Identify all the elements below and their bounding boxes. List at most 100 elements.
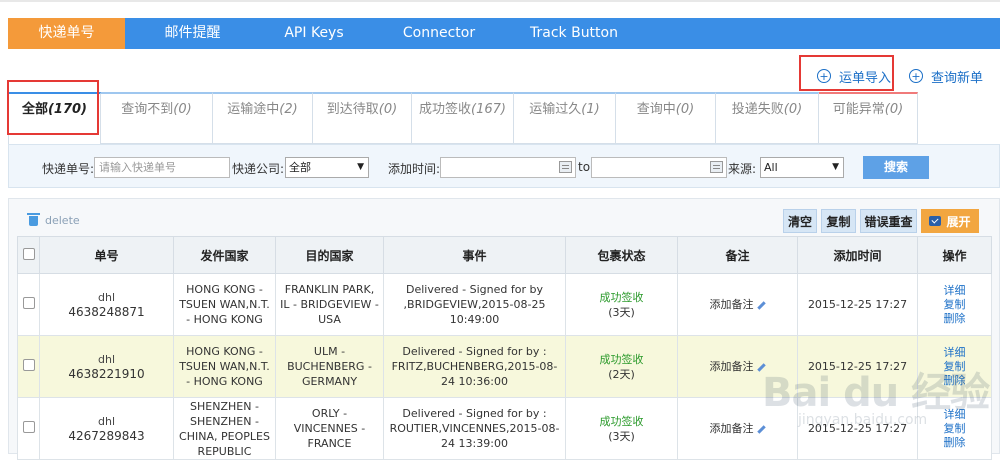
copy-button[interactable]: 复制 [821,209,856,233]
tab-count: (167) [471,102,506,117]
col-header-note: 备注 [677,236,798,274]
status-text: 成功签收 [599,414,644,428]
tracking-number-label: 快递单号: [42,162,95,176]
delete-label: delete [45,214,80,227]
tab-count: (0) [675,102,695,117]
tab-count: (0) [173,102,192,117]
delete-link[interactable]: 删除 [921,312,988,326]
tab-pickup[interactable]: 到达待取(0) [313,92,412,144]
table-header-row: 单号 发件国家 目的国家 事件 包裹状态 备注 添加时间 操作 [17,236,992,274]
requery-errors-button[interactable]: 错误重查 [860,209,917,233]
new-query-label: 查询新单 [931,70,984,86]
tracking-number: 4638221910 [68,366,145,381]
pencil-icon[interactable] [756,300,766,310]
tab-in-transit[interactable]: 运输途中(2) [213,92,313,144]
nav-tracking-numbers[interactable]: 快递单号 [8,18,125,49]
col-header-destination: 目的国家 [275,236,384,274]
tracking-number: 4267289843 [68,428,145,443]
tab-not-found[interactable]: 查询不到(0) [101,92,213,144]
nav-track-button[interactable]: Track Button [510,18,638,49]
tab-exception[interactable]: 可能异常(0) [819,92,918,144]
col-header-number: 单号 [39,236,174,274]
tab-label: 查询中 [636,102,676,117]
plus-circle-icon: + [909,69,923,83]
copy-link[interactable]: 复制 [921,422,988,436]
nav-email-alerts[interactable]: 邮件提醒 [125,18,260,49]
select-all-checkbox[interactable] [22,247,35,260]
tab-expired[interactable]: 运输过久(1) [514,92,616,144]
calendar-icon[interactable] [710,161,723,173]
to-label: to [578,160,591,174]
calendar-icon[interactable] [559,161,572,173]
tab-delivered[interactable]: 成功签收(167) [412,92,514,144]
highlight-box-import [799,55,894,91]
detail-link[interactable]: 详细 [921,346,988,360]
tab-querying[interactable]: 查询中(0) [616,92,716,144]
start-date-input[interactable] [440,157,576,178]
add-note-link[interactable]: 添加备注 [710,298,754,311]
dropdown-arrow-icon: ▼ [832,162,839,172]
origin-cell: HONG KONG - TSUEN WAN,N.T. - HONG KONG [173,273,276,336]
carrier-name: dhl [97,352,115,366]
copy-link[interactable]: 复制 [921,360,988,374]
copy-link[interactable]: 复制 [921,298,988,312]
tab-label: 到达待取 [326,102,379,117]
expand-button[interactable]: 展开 [921,209,979,233]
added-time-cell: 2015-12-25 17:27 [797,397,918,460]
main-nav: 快递单号 邮件提醒 API Keys Connector Track Butto… [8,18,1000,49]
table-row: dhl 4638248871 HONG KONG - TSUEN WAN,N.T.… [17,273,992,336]
source-label: 来源: [728,162,757,176]
row-checkbox[interactable] [22,296,35,309]
source-select[interactable]: All ▼ [760,157,844,178]
tab-label: 成功签收 [419,102,472,117]
detail-link[interactable]: 详细 [921,284,988,298]
filter-bar: 快递单号: 请输入快递单号 快递公司: 全部 ▼ 添加时间: to 来源: Al… [8,144,1000,188]
end-date-input[interactable] [591,157,727,178]
delete-link[interactable]: 删除 [921,436,988,450]
add-note-link[interactable]: 添加备注 [710,360,754,373]
clear-button[interactable]: 清空 [783,209,817,233]
delete-button[interactable]: delete [27,212,80,227]
tracking-table: 单号 发件国家 目的国家 事件 包裹状态 备注 添加时间 操作 dhl 46382… [17,236,992,460]
trash-icon [27,212,40,226]
row-checkbox[interactable] [22,420,35,433]
tab-label: 运输途中 [227,102,280,117]
status-text: 成功签收 [599,352,644,366]
delete-link[interactable]: 删除 [921,374,988,388]
col-header-status: 包裹状态 [565,236,678,274]
new-query-button[interactable]: + 查询新单 [909,66,983,86]
carrier-select[interactable]: 全部 ▼ [285,157,369,178]
top-divider [0,0,1000,2]
event-cell: Delivered - Signed for by : ROUTIER,VINC… [383,397,566,460]
col-header-actions: 操作 [917,236,992,274]
carrier-name: dhl [97,290,115,304]
status-days: (3天) [608,305,635,319]
tab-count: (1) [581,102,600,117]
nav-api-keys[interactable]: API Keys [260,18,368,49]
search-button[interactable]: 搜索 [863,156,929,179]
tab-count: (2) [279,102,298,117]
pencil-icon[interactable] [756,362,766,372]
carrier-select-value: 全部 [289,161,311,174]
pencil-icon[interactable] [756,424,766,434]
highlight-box-all [7,80,99,135]
added-time-label: 添加时间: [388,162,441,176]
status-text: 成功签收 [599,290,644,304]
tab-failed[interactable]: 投递失败(0) [716,92,819,144]
tracking-number-input[interactable]: 请输入快递单号 [94,157,230,178]
results-panel: delete 清空 复制 错误重查 展开 单号 发件国家 目的国家 事件 包裹状… [8,198,1000,460]
destination-cell: ORLY - VINCENNES - FRANCE [275,397,384,460]
add-note-link[interactable]: 添加备注 [710,422,754,435]
tab-count: (0) [378,102,398,117]
nav-connector[interactable]: Connector [368,18,510,49]
select-all-cell [17,236,40,274]
tab-label: 运输过久 [529,102,582,117]
expand-icon [929,216,942,226]
carrier-name: dhl [97,414,115,428]
table-row: dhl 4267289843 SHENZHEN - SHENZHEN - CHIN… [17,397,992,460]
detail-link[interactable]: 详细 [921,408,988,422]
event-cell: Delivered - Signed for by ,BRIDGEVIEW,20… [383,273,566,336]
source-select-value: All [764,161,778,174]
row-checkbox[interactable] [22,358,35,371]
col-header-event: 事件 [383,236,566,274]
